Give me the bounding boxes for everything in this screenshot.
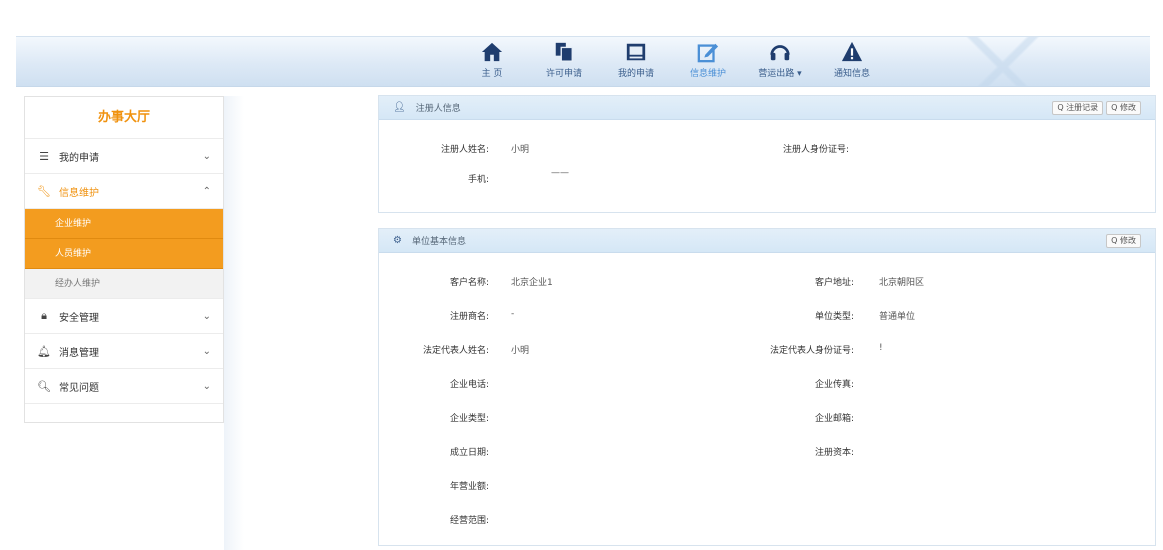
field-label: 经营范围: xyxy=(449,516,489,526)
field-label: 法定代表人身份证号: xyxy=(769,346,854,356)
registration-history-button[interactable]: Q 注册记录 xyxy=(1052,100,1104,115)
sidebar-item-label: 信息维护 xyxy=(59,187,99,199)
edit-registrant-button[interactable]: Q 修改 xyxy=(1106,100,1141,115)
chevron-down-icon: ⌄ xyxy=(202,310,211,322)
nav-info-maintenance[interactable]: 信息维护 xyxy=(672,41,744,79)
field-value: 小明 xyxy=(511,346,530,356)
registrant-id-label: 注册人身份证号: xyxy=(782,145,849,155)
field-label: 企业邮箱: xyxy=(814,414,854,424)
sidebar-item-messages[interactable]: 🔔︎ 消息管理 ⌄ xyxy=(25,334,223,369)
field-label: 法定代表人姓名: xyxy=(422,346,489,356)
sidebar-shadow xyxy=(224,96,244,550)
main-nav: 主 页 许可申请 我的申请 信息维护 营运出路 ▾ 通知信息 xyxy=(456,41,888,79)
chevron-down-icon: ⌄ xyxy=(202,150,211,162)
chevron-down-icon: ⌄ xyxy=(202,380,211,392)
documents-icon xyxy=(555,42,573,62)
header-decoration xyxy=(900,37,1120,86)
field-label: 客户名称: xyxy=(449,278,489,288)
registrant-name-value: 小明 xyxy=(511,145,530,155)
field-value: 普通单位 xyxy=(879,312,916,322)
page-bottom-border xyxy=(378,545,1156,550)
sidebar-item-info-maintenance[interactable]: 🔧︎ 信息维护 ⌃ xyxy=(25,174,223,209)
sidebar-title: 办事大厅 xyxy=(25,97,223,139)
top-navigation-bar: 主 页 许可申请 我的申请 信息维护 营运出路 ▾ 通知信息 xyxy=(16,36,1150,87)
field-value: ! xyxy=(879,343,883,353)
field-label: 企业类型: xyxy=(449,414,489,424)
sidebar-subitem-staff-maintenance[interactable]: 人员维护 xyxy=(25,239,223,269)
chevron-down-icon: ⌄ xyxy=(202,345,211,357)
sidebar-subitem-company-maintenance[interactable]: 企业维护 xyxy=(25,209,223,239)
lock-icon: 🔒︎ xyxy=(41,309,47,322)
wrench-icon: 🔧︎ xyxy=(37,184,51,198)
nav-operations-menu[interactable]: 营运出路 ▾ xyxy=(744,41,816,79)
list-icon: ☰ xyxy=(39,149,49,163)
nav-home[interactable]: 主 页 xyxy=(456,41,528,79)
sidebar-subitem-agent-maintenance[interactable]: 经办人维护 xyxy=(25,269,223,299)
home-icon xyxy=(481,42,503,62)
sidebar-item-label: 安全管理 xyxy=(59,312,99,324)
field-label: 成立日期: xyxy=(449,448,489,458)
nav-notifications[interactable]: 通知信息 xyxy=(816,41,888,79)
headset-icon xyxy=(770,45,790,61)
bell-icon: 🔔︎ xyxy=(37,344,51,358)
nav-license-apply-label: 许可申请 xyxy=(545,69,582,79)
panel-title: 注册人信息 xyxy=(415,104,461,114)
warning-icon xyxy=(841,41,863,62)
sidebar-item-my-applications[interactable]: ☰ 我的申请 ⌄ xyxy=(25,139,223,174)
unit-info-panel: ⚙︎ 单位基本信息 Q 修改 客户名称: 北京企业1 客户地址: 北京朝阳区注册商名:… xyxy=(378,228,1156,546)
nav-my-applications[interactable]: 我的申请 xyxy=(600,41,672,79)
field-label: 年营业额: xyxy=(449,482,489,492)
sidebar-item-label: 常见问题 xyxy=(59,382,99,394)
panel-title: 单位基本信息 xyxy=(411,237,466,247)
nav-license-apply[interactable]: 许可申请 xyxy=(528,41,600,79)
field-label: 企业传真: xyxy=(814,380,854,390)
field-value: - xyxy=(511,309,515,319)
nav-home-label: 主 页 xyxy=(481,69,503,79)
nav-info-maintenance-label: 信息维护 xyxy=(689,69,726,79)
nav-notifications-label: 通知信息 xyxy=(833,69,870,79)
search-icon: 🔍︎ xyxy=(37,379,51,393)
phone-value: —— xyxy=(551,168,569,178)
field-label: 企业电话: xyxy=(449,380,489,390)
phone-label: 手机: xyxy=(467,175,489,185)
registrant-name-label: 注册人姓名: xyxy=(440,145,489,155)
sidebar-item-faq[interactable]: 🔍︎ 常见问题 ⌄ xyxy=(25,369,223,404)
unit-info-header: ⚙︎ 单位基本信息 Q 修改 xyxy=(379,229,1155,253)
field-label: 注册资本: xyxy=(814,448,854,458)
field-value: 北京朝阳区 xyxy=(879,278,925,288)
settings-icon: ⚙︎ xyxy=(393,235,402,246)
nav-my-applications-label: 我的申请 xyxy=(617,69,654,79)
nav-operations-menu-label: 营运出路 ▾ xyxy=(758,69,802,79)
field-label: 注册商名: xyxy=(449,312,489,322)
field-value: 北京企业1 xyxy=(511,278,553,288)
field-label: 客户地址: xyxy=(814,278,854,288)
user-icon: 👤︎ xyxy=(393,102,406,113)
edit-icon xyxy=(697,43,719,63)
registrant-info-header: 👤︎ 注册人信息 Q 注册记录 Q 修改 xyxy=(379,96,1155,120)
sidebar: 办事大厅 ☰ 我的申请 ⌄ 🔧︎ 信息维护 ⌃ 企业维护 人员维护 经办人维护 … xyxy=(24,96,224,423)
list-icon xyxy=(626,43,646,61)
chevron-up-icon: ⌃ xyxy=(202,185,211,197)
edit-unit-button[interactable]: Q 修改 xyxy=(1106,233,1141,248)
sidebar-item-label: 我的申请 xyxy=(59,152,99,164)
sidebar-item-security[interactable]: 🔒︎ 安全管理 ⌄ xyxy=(25,299,223,334)
registrant-info-panel: 👤︎ 注册人信息 Q 注册记录 Q 修改 注册人姓名: 小明 注册人身份证号: … xyxy=(378,95,1156,213)
sidebar-item-label: 消息管理 xyxy=(59,347,99,359)
field-label: 单位类型: xyxy=(814,312,854,322)
